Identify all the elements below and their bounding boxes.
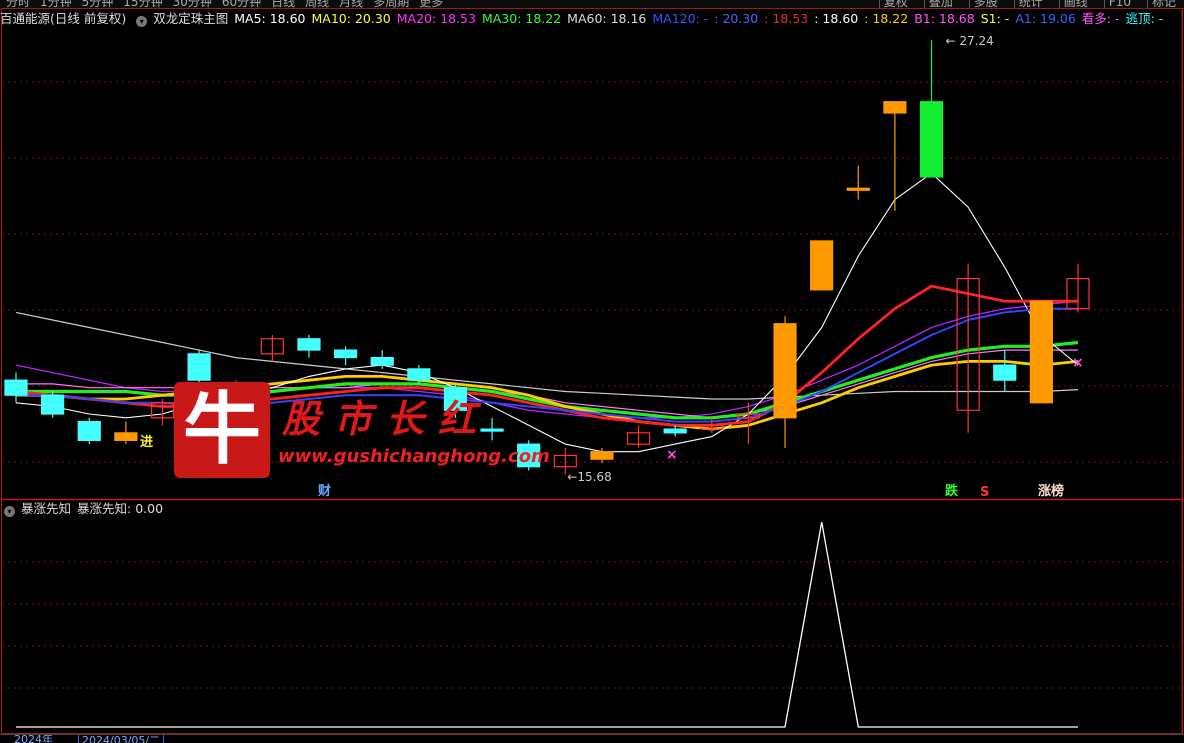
- sub-pane-frame: [1, 499, 1183, 734]
- candle: [846, 165, 870, 200]
- candle-body: [297, 338, 321, 351]
- candle-body: [187, 353, 211, 381]
- candle-body: [370, 356, 394, 366]
- indicator-value: : 20.30: [714, 11, 759, 26]
- watermark-char: 牛: [182, 384, 261, 475]
- candle: [919, 40, 944, 178]
- watermark-title: 股市长红: [282, 396, 491, 441]
- indicator-value: MA20: 18.53: [396, 11, 476, 26]
- candle-body: [919, 101, 944, 178]
- candle-body: [1029, 300, 1053, 404]
- surge-indicator-line: [16, 521, 1078, 728]
- candle-body: [41, 394, 65, 415]
- signal-cai-label: 财: [318, 483, 331, 499]
- candle-body: [407, 368, 431, 381]
- price-high-label: ← 27.24: [946, 34, 994, 48]
- main-indicator-bar: 百通能源(日线 前复权) ▾ 双龙定珠主图 MA5: 18.60 MA10: 20.30…: [0, 10, 1180, 28]
- candle-body: [663, 428, 687, 434]
- candle-body: [773, 323, 797, 419]
- candle: [1029, 300, 1053, 404]
- candle-body: [114, 432, 138, 441]
- candle-body: [333, 349, 358, 359]
- candle: [297, 335, 321, 358]
- candle: [187, 350, 211, 384]
- price-low-label: ←15.68: [567, 470, 611, 484]
- candle: [4, 372, 28, 403]
- candle-body: [4, 379, 28, 396]
- candle: [810, 240, 834, 291]
- signal-s-label: S: [980, 485, 989, 500]
- chevron-down-icon[interactable]: ▾: [136, 16, 148, 27]
- candle-body: [993, 364, 1017, 381]
- candle: [773, 316, 797, 448]
- formula-name[interactable]: 双龙定珠主图: [153, 11, 228, 26]
- candle-body: [810, 240, 834, 291]
- candle-body: [883, 101, 907, 114]
- candle: [114, 421, 138, 445]
- candle-body: [590, 451, 614, 460]
- indicator-value: : 18.60: [814, 11, 859, 26]
- watermark-url: www.gushichanghong.com: [278, 446, 550, 467]
- candle-body: [846, 187, 870, 191]
- indicator-value: MA5: 18.60: [234, 11, 306, 26]
- candle: [993, 350, 1017, 392]
- watermark: 牛 股市长红 www.gushichanghong.com: [174, 382, 554, 480]
- candle: [333, 346, 358, 366]
- indicator-value: S1: -: [980, 11, 1010, 26]
- candle: [626, 425, 651, 448]
- indicator-value: MA120: -: [652, 11, 709, 26]
- indicator-value: MA30: 18.22: [481, 11, 562, 26]
- chart-canvas[interactable]: ← 27.24 ←15.68 进财 跌 S 涨榜 × ×: [0, 0, 1184, 742]
- candle: [260, 335, 284, 362]
- indicator-value: 逃顶: -: [1125, 11, 1164, 26]
- stock-label[interactable]: 百通能源(日线 前复权): [0, 11, 126, 26]
- indicator-value: 看多: -: [1081, 11, 1120, 26]
- candle: [41, 391, 65, 418]
- buy-signal-marker: ×: [1072, 355, 1084, 371]
- indicator-value: B1: 18.68: [914, 11, 975, 26]
- candle-body: [77, 420, 101, 441]
- sub-indicator-name[interactable]: 暴涨先知: [21, 501, 71, 516]
- indicator-value: : 18.53: [764, 11, 809, 26]
- candle: [1066, 263, 1090, 313]
- signal-die-label: 跌: [945, 483, 959, 499]
- indicator-values: MA5: 18.60 MA10: 20.30 MA20: 18.53 MA30: 18…: [234, 11, 1169, 26]
- candle: [77, 417, 101, 445]
- indicator-value: MA60: 18.16: [567, 11, 647, 26]
- indicator-value: MA10: 20.30: [311, 11, 391, 26]
- sub-indicator-bar: ▾ 暴涨先知 暴涨先知: 0.00: [0, 500, 600, 518]
- indicator-value: A1: 19.06: [1015, 11, 1076, 26]
- sub-indicator-value: 暴涨先知: 0.00: [77, 501, 164, 516]
- chevron-down-icon[interactable]: ▾: [4, 506, 15, 517]
- indicator-value: : 18.22: [864, 11, 909, 26]
- signal-zhangbang-label: 涨榜: [1037, 483, 1064, 499]
- buy-signal-marker: ×: [666, 447, 678, 463]
- signal-jin-label: 进: [140, 435, 153, 450]
